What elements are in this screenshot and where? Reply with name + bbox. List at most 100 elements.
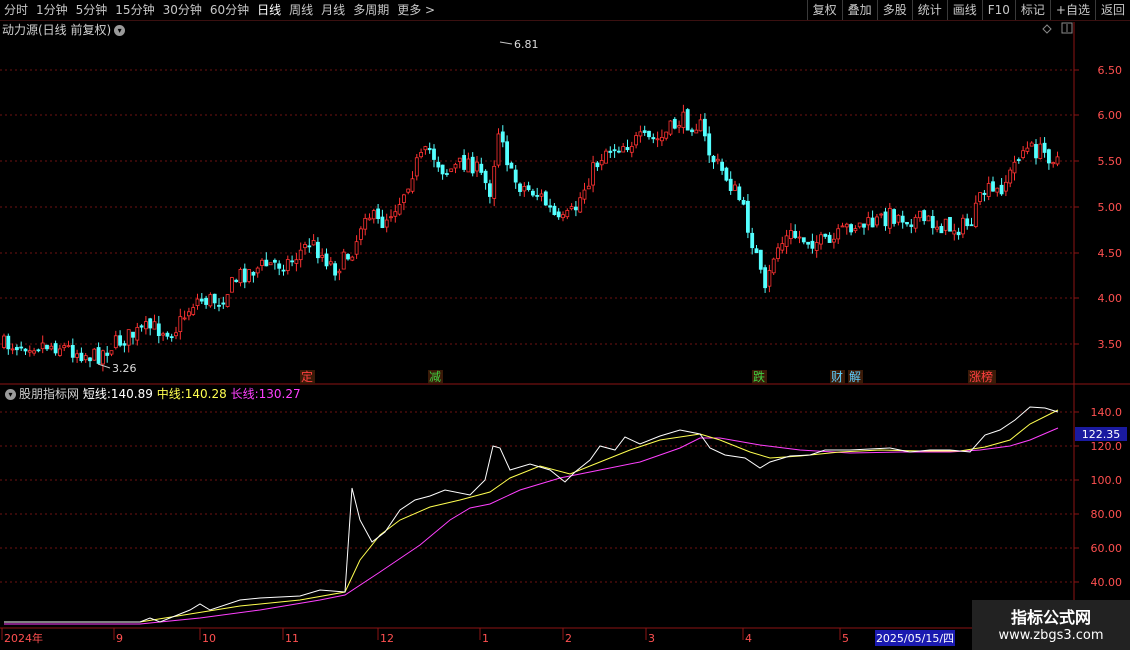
candle-body [806,241,810,245]
candle-body [423,146,428,151]
candle-body [23,348,28,352]
candle-body [45,344,49,350]
diamond-icon[interactable] [1042,24,1052,34]
candle-body [505,141,510,166]
candle-body [79,352,84,362]
price-axis-label: 5.00 [1098,201,1123,214]
high-marker-line [499,41,513,45]
candle-body [535,195,540,197]
candle-body [982,192,987,195]
candle-body [819,234,823,245]
candle-body [685,109,690,131]
indicator-axis-label: 80.00 [1091,508,1123,521]
candle-body [604,150,608,164]
candle-body [272,259,277,263]
candle-body [776,247,780,259]
candle-body [677,125,681,128]
candle-body [827,234,832,243]
candle-body [870,217,875,228]
candle-body [793,231,798,238]
candle-body [70,345,75,358]
candle-body [694,129,699,134]
current-value-text: 122.35 [1082,428,1121,441]
candle-body [758,249,763,270]
event-marker-label[interactable]: 跌 [753,369,765,384]
candle-body [784,235,789,247]
candle-body [913,216,918,229]
candle-body [191,307,196,315]
candle-body [358,228,363,240]
candle-body [836,228,841,240]
candle-body [397,204,402,215]
candle-body [823,233,828,237]
candle-body [642,130,647,133]
candle-body [324,253,329,267]
candle-body [453,163,458,169]
candle-body [384,219,389,228]
candle-body [195,298,200,306]
candle-body [900,215,905,223]
candle-body [135,327,140,341]
x-axis-label: 3 [648,632,655,645]
candle-body [113,335,118,349]
x-axis-label: 9 [116,632,123,645]
x-axis-label: 10 [202,632,216,645]
candle-body [414,157,419,177]
candle-body [896,214,901,223]
candle-body [118,335,122,346]
candle-body [268,262,273,266]
low-price-label: 3.26 [112,362,137,375]
candle-body [1029,142,1034,147]
candle-body [711,155,716,163]
x-axis-label: 5 [842,632,849,645]
candle-body [887,207,892,229]
indicator-axis-label: 60.00 [1091,542,1123,555]
mid-line-series [4,409,1059,623]
candle-body [281,269,286,272]
candle-body [264,259,269,267]
candle-body [797,236,802,239]
candle-body [651,137,656,140]
candle-body [625,147,630,151]
candle-body [591,162,595,186]
indicator-axis-label: 40.00 [1091,576,1123,589]
candle-body [475,161,479,172]
event-marker-label[interactable]: 涨榜 [969,369,993,384]
candle-body [621,146,626,153]
candle-body [311,240,316,246]
candle-body [879,213,884,216]
candle-body [965,218,970,227]
candle-body [922,210,927,222]
candle-body [1038,143,1043,159]
x-axis-label: 4 [745,632,752,645]
candle-body [513,169,518,183]
candle-body [1034,144,1038,159]
candle-body [844,223,849,228]
candle-body [771,258,776,274]
candle-body [457,157,462,163]
candle-body [255,267,260,274]
event-marker-label[interactable]: 财 [831,370,843,384]
event-marker-label[interactable]: 减 [429,370,441,384]
candle-body [406,188,411,193]
candle-body [926,215,931,222]
event-marker-label[interactable]: 解 [849,370,861,384]
candle-body [143,321,148,330]
event-marker-label[interactable]: 定 [301,369,313,384]
price-axis-label: 4.00 [1098,292,1123,305]
candle-body [401,194,406,203]
candle-body [290,260,295,263]
candle-body [40,342,45,350]
candle-body [707,133,712,156]
candle-body [165,332,170,337]
candle-body [763,267,767,289]
watermark-title: 指标公式网 [1010,608,1091,627]
candle-body [92,348,97,361]
candle-body [182,317,187,320]
candle-body [737,186,742,200]
candle-body [883,211,888,227]
candle-body [801,237,806,243]
candle-body [866,217,871,226]
candle-body [204,297,209,305]
stock-chart[interactable]: 6.50 6.00 5.50 5.00 4.50 4.00 3.50 6.81 3.26 定 减… [0,0,1130,650]
